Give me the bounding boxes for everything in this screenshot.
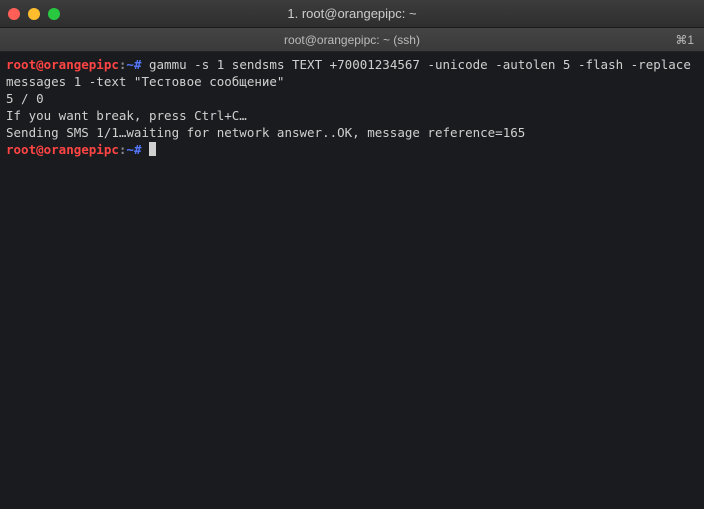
titlebar[interactable]: 1. root@orangepipc: ~ — [0, 0, 704, 28]
prompt-path: ~# — [126, 57, 141, 72]
tabbar: root@orangepipc: ~ (ssh) ⌘1 — [0, 28, 704, 52]
maximize-icon[interactable] — [48, 8, 60, 20]
tab-label[interactable]: root@orangepipc: ~ (ssh) — [284, 33, 420, 47]
close-icon[interactable] — [8, 8, 20, 20]
prompt-user: root@orangepipc — [6, 57, 119, 72]
traffic-lights — [8, 8, 60, 20]
minimize-icon[interactable] — [28, 8, 40, 20]
terminal-window: 1. root@orangepipc: ~ root@orangepipc: ~… — [0, 0, 704, 509]
prompt-path: ~# — [126, 142, 141, 157]
window-title: 1. root@orangepipc: ~ — [287, 6, 416, 21]
cursor — [149, 142, 156, 156]
output-line-3: Sending SMS 1/1…waiting for network answ… — [6, 125, 525, 140]
output-line-2: If you want break, press Ctrl+C… — [6, 108, 247, 123]
prompt-user: root@orangepipc — [6, 142, 119, 157]
output-line-1: 5 / 0 — [6, 91, 44, 106]
command-line-2 — [141, 142, 149, 157]
terminal-content[interactable]: root@orangepipc:~# gammu -s 1 sendsms TE… — [0, 52, 704, 509]
tab-shortcut: ⌘1 — [675, 33, 694, 47]
